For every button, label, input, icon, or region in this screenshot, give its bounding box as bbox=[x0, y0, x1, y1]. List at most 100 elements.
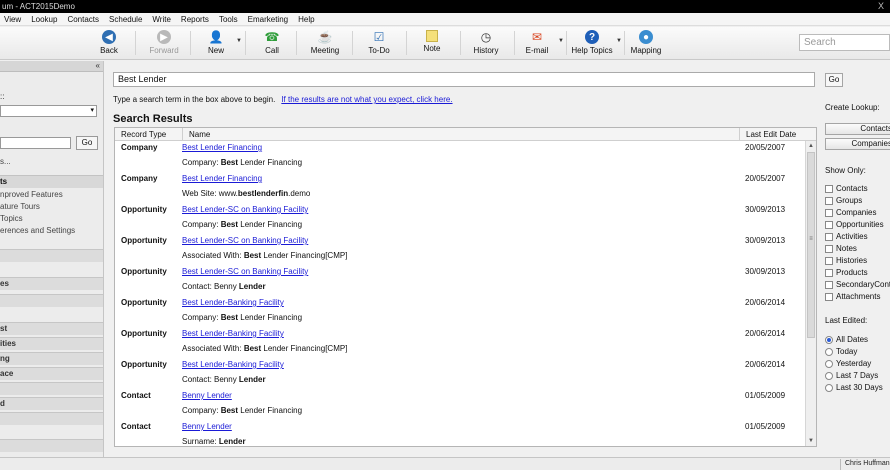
left-nav-bar[interactable] bbox=[0, 294, 103, 307]
left-nav-bar[interactable]: ities bbox=[0, 337, 103, 350]
menu-reports[interactable]: Reports bbox=[177, 15, 215, 24]
scroll-up-icon[interactable]: ▲ bbox=[806, 141, 816, 151]
results-scrollbar[interactable]: ▲ ≡ ▼ bbox=[805, 141, 816, 446]
record-name-link[interactable]: Best Lender-SC on Banking Facility bbox=[182, 205, 308, 214]
left-nav-bar[interactable] bbox=[0, 439, 103, 452]
create-lookup-companies-button[interactable]: Companies bbox=[825, 138, 890, 150]
new-dropdown-arrow[interactable]: ▼ bbox=[236, 38, 242, 44]
result-row[interactable]: Company Best Lender Financing 20/05/2007… bbox=[115, 172, 805, 203]
menu-view[interactable]: View bbox=[0, 15, 27, 24]
left-nav-bar[interactable]: ng bbox=[0, 352, 103, 365]
record-name-link[interactable]: Benny Lender bbox=[182, 391, 232, 400]
filter-attachments-checkbox[interactable]: Attachments bbox=[825, 292, 890, 303]
menu-tools[interactable]: Tools bbox=[215, 15, 244, 24]
menu-write[interactable]: Write bbox=[148, 15, 177, 24]
radio-all-dates[interactable]: All Dates bbox=[825, 335, 890, 346]
left-nav-bar[interactable]: st bbox=[0, 322, 103, 335]
left-nav-link-topics[interactable]: Topics bbox=[0, 214, 23, 223]
todo-button[interactable]: ☑ To-Do bbox=[362, 28, 396, 58]
record-name-link[interactable]: Best Lender-Banking Facility bbox=[182, 329, 284, 338]
result-row[interactable]: Opportunity Best Lender-Banking Facility… bbox=[115, 296, 805, 327]
close-window-button[interactable]: X bbox=[878, 0, 884, 13]
mapping-button[interactable]: ● Mapping bbox=[628, 28, 664, 58]
left-nav-link-preferences[interactable]: erences and Settings bbox=[0, 226, 75, 235]
record-name-link[interactable]: Best Lender Financing bbox=[182, 143, 262, 152]
filter-companies-checkbox[interactable]: Companies bbox=[825, 208, 890, 219]
record-type: Opportunity bbox=[121, 236, 167, 245]
menu-help[interactable]: Help bbox=[294, 15, 320, 24]
left-nav-link-improved-features[interactable]: nproved Features bbox=[0, 190, 63, 199]
menu-schedule[interactable]: Schedule bbox=[105, 15, 148, 24]
last-edited-label: Last Edited: bbox=[825, 316, 868, 325]
call-button[interactable]: ☎ Call bbox=[258, 28, 286, 58]
record-name-link[interactable]: Benny Lender bbox=[182, 422, 232, 431]
back-button[interactable]: ◀ Back bbox=[92, 28, 126, 58]
global-search-input[interactable]: Search bbox=[799, 34, 890, 51]
record-date: 20/06/2014 bbox=[745, 298, 786, 307]
result-row[interactable]: Company Best Lender Financing 20/05/2007… bbox=[115, 141, 805, 172]
record-name-link[interactable]: Best Lender-SC on Banking Facility bbox=[182, 236, 308, 245]
go-button[interactable]: Go bbox=[825, 73, 843, 87]
email-button[interactable]: ✉ E-mail bbox=[522, 28, 552, 58]
envelope-icon: ✉ bbox=[531, 30, 543, 44]
column-header-record-type[interactable]: Record Type bbox=[115, 128, 183, 141]
filter-contacts-checkbox[interactable]: Contacts bbox=[825, 184, 890, 195]
toolbar-separator bbox=[460, 31, 461, 55]
left-nav-bar[interactable] bbox=[0, 249, 103, 262]
left-nav-select[interactable]: ▾ bbox=[0, 105, 97, 117]
record-type: Opportunity bbox=[121, 267, 167, 276]
help-dropdown-arrow[interactable]: ▼ bbox=[616, 38, 622, 44]
history-button[interactable]: ◷ History bbox=[469, 28, 503, 58]
left-nav-link-feature-tours[interactable]: ature Tours bbox=[0, 202, 40, 211]
note-button[interactable]: Note bbox=[418, 28, 446, 58]
menu-lookup[interactable]: Lookup bbox=[27, 15, 63, 24]
result-row[interactable]: Opportunity Best Lender-SC on Banking Fa… bbox=[115, 203, 805, 234]
toolbar-separator bbox=[566, 31, 567, 55]
forward-button[interactable]: ▶ Forward bbox=[145, 28, 183, 58]
result-row[interactable]: Opportunity Best Lender-Banking Facility… bbox=[115, 327, 805, 358]
menu-emarketing[interactable]: Emarketing bbox=[244, 15, 294, 24]
result-row[interactable]: Opportunity Best Lender-Banking Facility… bbox=[115, 358, 805, 389]
filter-products-checkbox[interactable]: Products bbox=[825, 268, 890, 279]
new-button[interactable]: 👤 New bbox=[200, 28, 232, 58]
left-nav-bar[interactable]: ace bbox=[0, 367, 103, 380]
create-lookup-contacts-button[interactable]: Contacts bbox=[825, 123, 890, 135]
collapse-chevron-icon[interactable]: « bbox=[96, 61, 100, 70]
record-name-link[interactable]: Best Lender-Banking Facility bbox=[182, 360, 284, 369]
scroll-down-icon[interactable]: ▼ bbox=[806, 436, 816, 446]
left-nav-more-link[interactable]: s... bbox=[0, 157, 11, 166]
filter-notes-checkbox[interactable]: Notes bbox=[825, 244, 890, 255]
result-row[interactable]: Opportunity Best Lender-SC on Banking Fa… bbox=[115, 265, 805, 296]
result-row[interactable]: Opportunity Best Lender-SC on Banking Fa… bbox=[115, 234, 805, 265]
results-help-link[interactable]: If the results are not what you expect, … bbox=[281, 95, 452, 104]
record-name-link[interactable]: Best Lender Financing bbox=[182, 174, 262, 183]
lookup-search-input[interactable]: Best Lender bbox=[113, 72, 815, 87]
filter-histories-checkbox[interactable]: Histories bbox=[825, 256, 890, 267]
email-dropdown-arrow[interactable]: ▼ bbox=[558, 38, 564, 44]
left-nav-lookup-input[interactable] bbox=[0, 137, 71, 149]
record-name-link[interactable]: Best Lender-SC on Banking Facility bbox=[182, 267, 308, 276]
menu-contacts[interactable]: Contacts bbox=[63, 15, 105, 24]
column-header-last-edit-date[interactable]: Last Edit Date bbox=[739, 128, 816, 141]
left-nav-header: « bbox=[0, 61, 103, 72]
result-row[interactable]: Contact Benny Lender 01/05/2009 Company:… bbox=[115, 389, 805, 420]
radio-today[interactable]: Today bbox=[825, 347, 890, 358]
filter-opportunities-checkbox[interactable]: Opportunities bbox=[825, 220, 890, 231]
filter-groups-checkbox[interactable]: Groups bbox=[825, 196, 890, 207]
left-nav-bar[interactable] bbox=[0, 382, 103, 395]
radio-yesterday[interactable]: Yesterday bbox=[825, 359, 890, 370]
record-name-link[interactable]: Best Lender-Banking Facility bbox=[182, 298, 284, 307]
left-nav-bar[interactable] bbox=[0, 412, 103, 425]
meeting-button[interactable]: ☕ Meeting bbox=[306, 28, 344, 58]
result-row[interactable]: Contact Benny Lender 01/05/2009 Surname:… bbox=[115, 420, 805, 446]
left-nav-go-button[interactable]: Go bbox=[76, 136, 98, 150]
radio-last-30-days[interactable]: Last 30 Days bbox=[825, 383, 890, 394]
radio-last-7-days[interactable]: Last 7 Days bbox=[825, 371, 890, 382]
filter-activities-checkbox[interactable]: Activities bbox=[825, 232, 890, 243]
filter-secondary-contacts-checkbox[interactable]: SecondaryContacts bbox=[825, 280, 890, 291]
help-topics-button[interactable]: ? Help Topics bbox=[570, 28, 614, 58]
column-header-name[interactable]: Name bbox=[182, 128, 744, 141]
scroll-thumb[interactable] bbox=[807, 152, 815, 338]
left-nav-bar[interactable]: d bbox=[0, 397, 103, 410]
left-nav-bar[interactable]: es bbox=[0, 277, 103, 290]
